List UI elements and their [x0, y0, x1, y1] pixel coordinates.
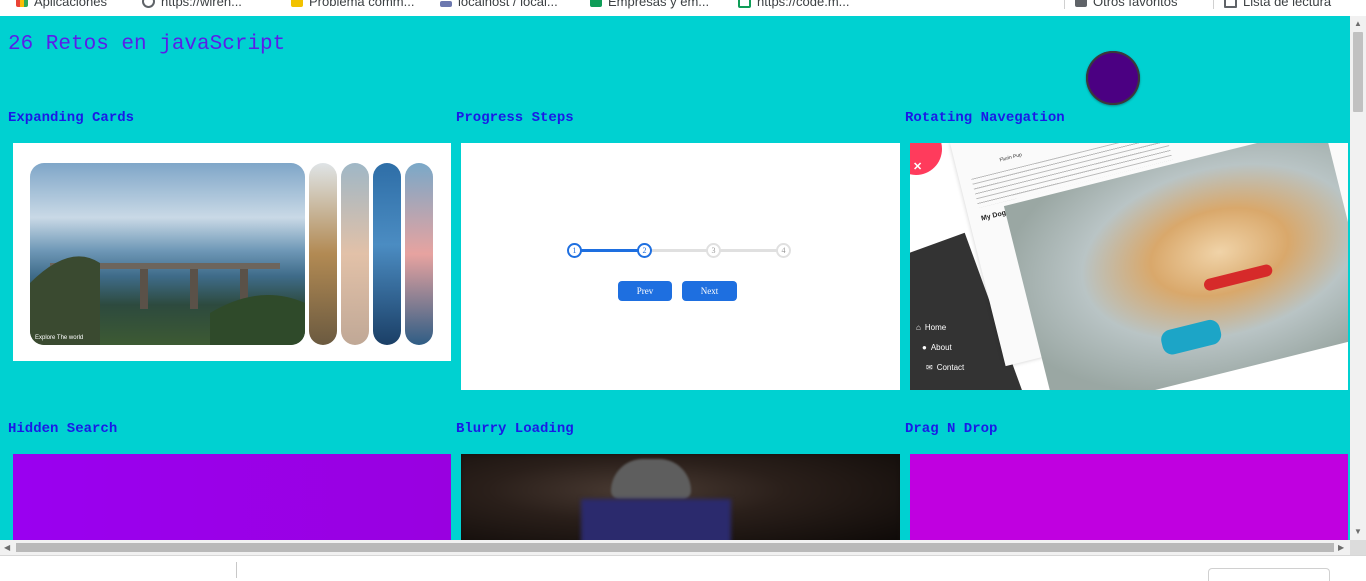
page-icon — [291, 0, 303, 7]
progress-step-4: 4 — [776, 243, 791, 258]
scrollbar-corner — [1350, 540, 1366, 555]
rotated-brand: Flurin Pup — [998, 152, 1023, 164]
rotating-navegation-thumbnail[interactable]: ✕ Flurin Pup My Dog ⌂ Home ● About ✉ Contac… — [910, 143, 1348, 390]
dog-collar — [1202, 263, 1274, 292]
expanding-card-forest[interactable] — [309, 163, 337, 345]
downloads-bar — [0, 555, 1366, 581]
nav-label: Home — [924, 323, 947, 332]
bookmark-label: Empresas y em... — [608, 0, 710, 9]
show-all-button[interactable] — [1208, 568, 1330, 581]
expanding-card-mountain[interactable] — [405, 163, 433, 345]
rotated-heading: My Dog — [980, 209, 1007, 223]
card-title-rotating-navegation[interactable]: Rotating Navegation — [905, 110, 1065, 126]
vertical-scroll-thumb[interactable] — [1353, 32, 1363, 112]
scroll-down-arrow-icon[interactable]: ▼ — [1354, 524, 1362, 539]
dog-bowl — [1159, 317, 1224, 357]
bookmark-label: Aplicaciones — [34, 0, 107, 9]
bookmark-lista-lectura[interactable]: Lista de lectura — [1213, 0, 1331, 9]
horizontal-scroll-thumb[interactable] — [16, 543, 1334, 552]
plus-sheet-icon — [590, 0, 602, 7]
page-viewport: 26 Retos en javaScript Expanding Cards P… — [0, 16, 1350, 540]
bridge-image — [30, 256, 305, 345]
progress-steps-thumbnail[interactable]: 1 2 3 4 Prev Next — [461, 143, 900, 390]
bookmarks-bar: Aplicaciones https://wiren... Problema c… — [0, 0, 1366, 17]
progress-line-filled — [573, 249, 643, 252]
close-icon[interactable]: ✕ — [913, 160, 922, 173]
next-button[interactable]: Next — [682, 281, 737, 301]
bookmark-label: https://wiren... — [161, 0, 242, 9]
user-icon: ● — [922, 343, 927, 352]
card-title-drag-n-drop[interactable]: Drag N Drop — [905, 421, 997, 437]
phpmyadmin-icon — [440, 1, 452, 7]
rotating-nav-home[interactable]: ⌂ Home — [916, 323, 946, 332]
mail-icon: ✉ — [926, 363, 933, 372]
bookmark-label: https://code.m... — [757, 0, 850, 9]
bookmark-empresas[interactable]: Empresas y em... — [590, 0, 709, 9]
drag-n-drop-thumbnail[interactable] — [910, 454, 1348, 540]
card-title-hidden-search[interactable]: Hidden Search — [8, 421, 117, 437]
expanding-card-city[interactable] — [373, 163, 401, 345]
bookmark-label: Lista de lectura — [1243, 0, 1332, 9]
globe-icon — [142, 0, 155, 8]
expanding-card-caption: Explore The world — [35, 335, 84, 341]
rotating-nav-about[interactable]: ● About — [922, 343, 952, 352]
scroll-up-arrow-icon[interactable]: ▲ — [1354, 16, 1362, 31]
bookmark-localhost[interactable]: localhost / local... — [440, 0, 558, 9]
bookmark-otros-favoritos[interactable]: Otros favoritos — [1064, 0, 1178, 9]
blurry-loading-thumbnail[interactable] — [461, 454, 900, 540]
bookmark-label: Problema comm... — [309, 0, 415, 9]
card-title-progress-steps[interactable]: Progress Steps — [456, 110, 574, 126]
scroll-left-arrow-icon[interactable]: ◀ — [4, 540, 10, 555]
progress-step-2: 2 — [637, 243, 652, 258]
scroll-right-arrow-icon[interactable]: ▶ — [1338, 540, 1344, 555]
vertical-scrollbar[interactable]: ▲ ▼ — [1350, 16, 1366, 540]
expanding-cards-thumbnail[interactable]: Explore The world — [13, 143, 451, 361]
horizontal-scrollbar[interactable]: ◀ ▶ — [0, 540, 1350, 555]
home-icon: ⌂ — [916, 323, 921, 332]
prev-button[interactable]: Prev — [618, 281, 672, 301]
page-title: 26 Retos en javaScript — [8, 33, 286, 56]
rotating-nav-contact[interactable]: ✉ Contact — [926, 363, 964, 372]
bookmark-label: Otros favoritos — [1093, 0, 1178, 9]
bookmark-apps[interactable]: Aplicaciones — [16, 0, 107, 9]
downloads-divider — [236, 562, 237, 578]
theme-toggle-button[interactable] — [1086, 51, 1140, 105]
apps-grid-icon — [16, 0, 28, 7]
bookmark-wiren[interactable]: https://wiren... — [142, 0, 242, 9]
card-title-blurry-loading[interactable]: Blurry Loading — [456, 421, 574, 437]
bookmark-label: localhost / local... — [458, 0, 558, 9]
nav-label: Contact — [936, 363, 965, 372]
progress-step-1: 1 — [567, 243, 582, 258]
folder-icon — [1075, 0, 1087, 7]
hidden-search-thumbnail[interactable] — [13, 454, 451, 540]
progress-step-3: 3 — [706, 243, 721, 258]
expanding-card-beach[interactable] — [341, 163, 369, 345]
reading-list-icon — [1224, 0, 1237, 8]
bookmark-problema[interactable]: Problema comm... — [291, 0, 414, 9]
nav-label: About — [930, 343, 952, 352]
image-icon — [738, 0, 751, 8]
expanding-card-active[interactable]: Explore The world — [30, 163, 305, 345]
bookmark-code[interactable]: https://code.m... — [738, 0, 850, 9]
card-title-expanding-cards[interactable]: Expanding Cards — [8, 110, 134, 126]
blurred-shirt — [581, 499, 731, 540]
